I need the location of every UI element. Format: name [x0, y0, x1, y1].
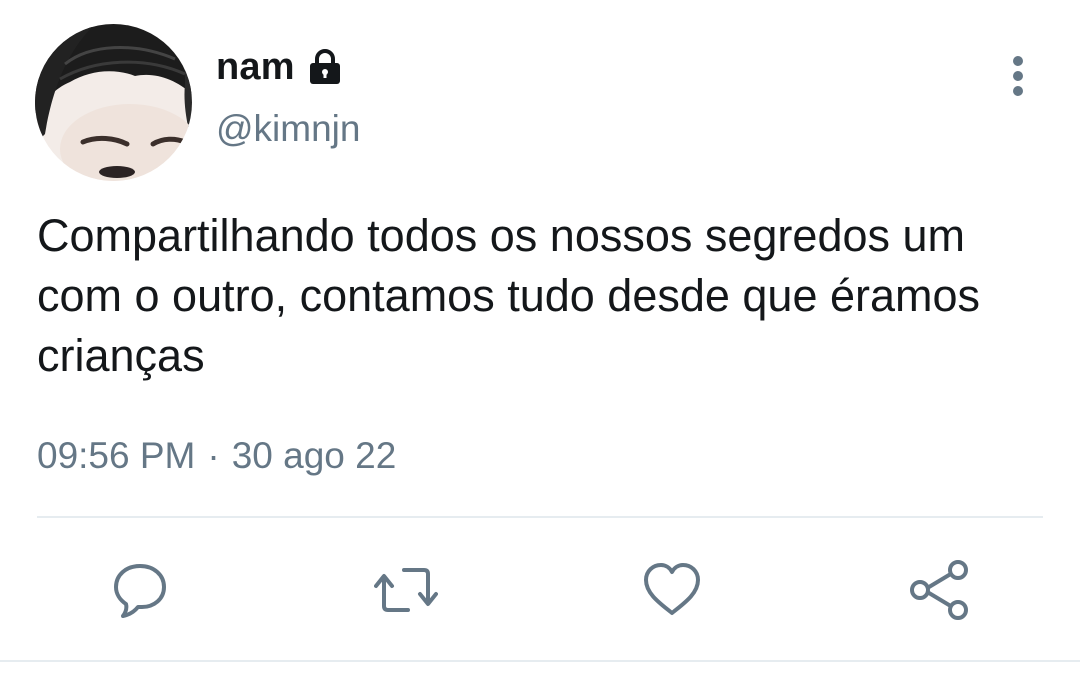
share-nodes-icon: [910, 560, 968, 620]
vertical-ellipsis-icon: [1013, 56, 1023, 96]
speech-bubble-icon: [114, 564, 166, 618]
user-handle[interactable]: @kimnjn: [216, 108, 360, 150]
tweet-time: 09:56 PM: [37, 435, 196, 476]
display-name[interactable]: nam: [216, 46, 295, 89]
retweet-arrows-icon: [374, 568, 438, 612]
divider: [37, 516, 1043, 518]
reply-button[interactable]: [108, 558, 172, 622]
timestamp-separator: ·: [207, 435, 220, 476]
tweet-text: Compartilhando todos os nossos segredos …: [37, 210, 981, 381]
tweet-card: nam @kimnjn Compartilhando todos os noss…: [0, 0, 1080, 681]
heart-outline-icon: [644, 563, 700, 615]
share-button[interactable]: [908, 558, 972, 622]
more-options-button[interactable]: [998, 52, 1038, 100]
name-row: nam: [216, 42, 345, 92]
tweet-date: 30 ago 22: [231, 435, 397, 476]
avatar-photo: [35, 24, 192, 181]
bottom-divider: [0, 660, 1080, 662]
like-button[interactable]: [640, 558, 704, 622]
avatar[interactable]: [35, 24, 192, 181]
timestamp[interactable]: 09:56 PM · 30 ago 22: [37, 435, 396, 477]
lock-icon: [305, 47, 345, 87]
retweet-button[interactable]: [374, 558, 438, 622]
